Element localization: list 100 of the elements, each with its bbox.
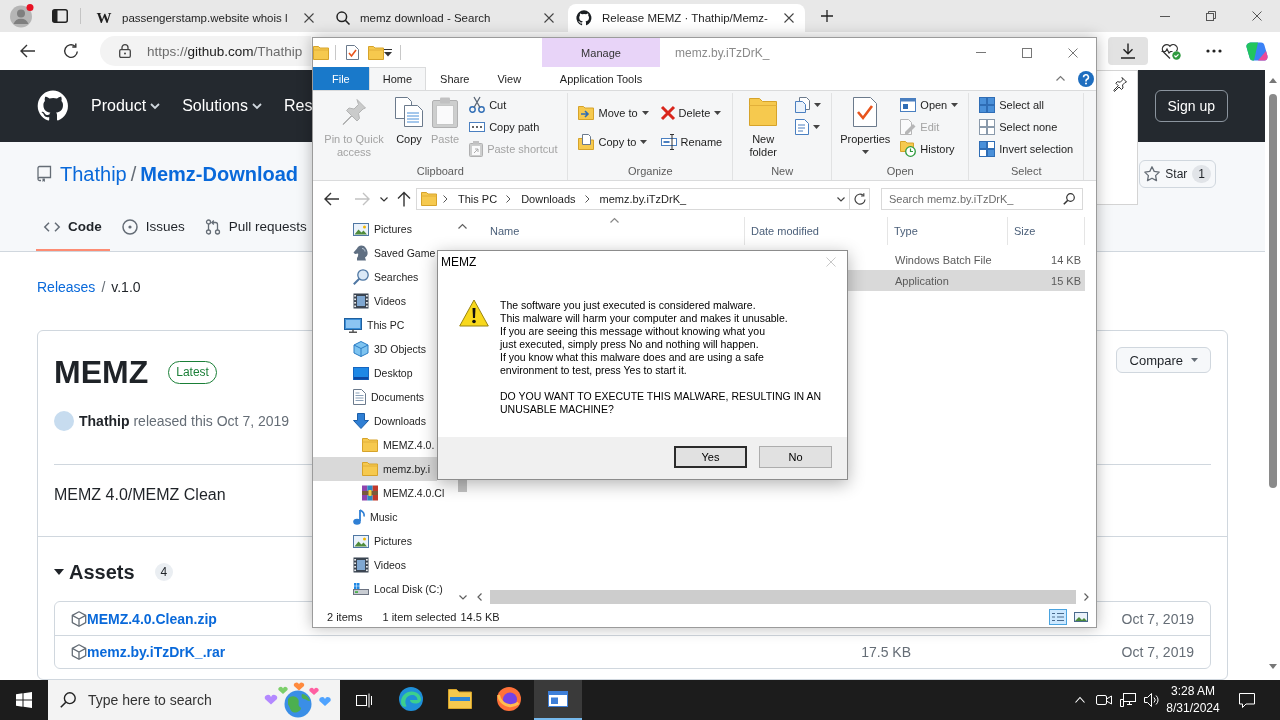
- browser-tab[interactable]: memz download - Search: [328, 4, 565, 32]
- close-icon[interactable]: [544, 13, 554, 23]
- tree-item[interactable]: Saved Game: [313, 241, 437, 265]
- path-segment[interactable]: Downloads: [518, 193, 579, 205]
- ribbon-button[interactable]: Open: [898, 94, 961, 116]
- tree-item[interactable]: Pictures: [313, 217, 437, 241]
- ribbon-button[interactable]: Cut: [467, 94, 560, 116]
- repo-tab[interactable]: Code: [36, 204, 110, 251]
- repo-name-link[interactable]: Memz-Download: [140, 162, 299, 186]
- ribbon-tab[interactable]: Application Tools: [542, 67, 660, 90]
- scrollbar-thumb[interactable]: [490, 589, 1076, 604]
- column-header[interactable]: Name: [470, 217, 745, 245]
- scroll-up-icon[interactable]: [1268, 78, 1277, 83]
- ribbon-button[interactable]: Copy path: [467, 116, 560, 138]
- tree-item[interactable]: This PC: [313, 313, 437, 337]
- properties-icon[interactable]: [346, 45, 359, 60]
- tree-item[interactable]: Downloads: [313, 409, 437, 433]
- ribbon-tab[interactable]: Share: [426, 67, 484, 90]
- tree-item[interactable]: Local Disk (C:): [313, 577, 443, 601]
- compare-button[interactable]: Compare: [1115, 347, 1211, 373]
- ribbon-button[interactable]: Move to: [576, 102, 651, 124]
- tree-item[interactable]: Desktop: [313, 361, 437, 385]
- notification-icon[interactable]: [1239, 692, 1255, 708]
- scroll-up-icon[interactable]: [458, 224, 467, 229]
- address-field[interactable]: https://github.com/Thathip: [100, 36, 311, 66]
- back-icon[interactable]: [324, 192, 340, 206]
- nav-link[interactable]: Product: [91, 97, 161, 115]
- browser-tab[interactable]: Release MEMZ · Thathip/Memz-: [568, 4, 805, 32]
- column-header[interactable]: Date modified: [745, 217, 888, 245]
- ribbon-button[interactable]: Invert selection: [977, 138, 1076, 160]
- path-segment[interactable]: memz.by.iTzDrK_: [596, 193, 690, 205]
- column-header[interactable]: Type: [888, 217, 1008, 245]
- refresh-icon[interactable]: [63, 43, 79, 59]
- asset-link[interactable]: MEMZ.4.0.Clean.zip: [87, 610, 217, 627]
- taskbar-button[interactable]: [534, 680, 582, 720]
- ribbon-tab[interactable]: File: [313, 67, 369, 90]
- column-header[interactable]: Size: [1008, 217, 1085, 245]
- ribbon-button[interactable]: Copy to: [576, 131, 651, 153]
- author-link[interactable]: Thathip: [79, 413, 130, 429]
- up-arrow-icon[interactable]: [397, 191, 411, 207]
- chevron-up-icon[interactable]: [1075, 697, 1085, 703]
- ribbon-button[interactable]: Select all: [977, 94, 1076, 116]
- tree-item[interactable]: MEMZ.4.0.Cl: [313, 481, 445, 505]
- tree-item[interactable]: memz.by.i: [313, 457, 437, 481]
- ribbon-button[interactable]: [793, 94, 824, 116]
- downloads-button[interactable]: [1108, 37, 1148, 65]
- ribbon-button[interactable]: Select none: [977, 116, 1076, 138]
- restore-icon[interactable]: [1206, 11, 1216, 21]
- ribbon-tab[interactable]: Home: [368, 67, 427, 90]
- close-icon[interactable]: [784, 13, 794, 23]
- tree-item[interactable]: 3D Objects: [313, 337, 437, 361]
- maximize-icon[interactable]: [1022, 47, 1032, 58]
- search-field[interactable]: Search memz.by.iTzDrK_: [881, 188, 1083, 210]
- close-icon[interactable]: [304, 13, 314, 23]
- scroll-down-icon[interactable]: [458, 595, 467, 600]
- clock-time[interactable]: 3:28 AM: [1171, 683, 1215, 700]
- ribbon-button[interactable]: Properties: [840, 93, 891, 154]
- swirl-logo-icon[interactable]: [1246, 41, 1268, 61]
- repo-tab[interactable]: Pull requests: [196, 204, 315, 251]
- task-view-icon[interactable]: [356, 692, 372, 708]
- tab-actions-icon[interactable]: [52, 9, 68, 23]
- customize-caret-icon[interactable]: [384, 48, 392, 57]
- cat-logo-icon[interactable]: [37, 90, 69, 122]
- pin-icon[interactable]: [1113, 77, 1127, 91]
- asset-link[interactable]: memz.by.iTzDrK_.rar: [87, 644, 226, 660]
- volume-icon[interactable]: [1144, 693, 1160, 707]
- back-icon[interactable]: [20, 44, 36, 58]
- sign-up-button[interactable]: Sign up: [1154, 90, 1228, 122]
- close-icon[interactable]: [1068, 47, 1078, 58]
- nav-link[interactable]: Solutions: [182, 97, 262, 115]
- network-icon[interactable]: [1120, 693, 1136, 707]
- tree-item[interactable]: Searches: [313, 265, 437, 289]
- releases-link[interactable]: Releases: [37, 277, 96, 297]
- tree-item[interactable]: Pictures: [313, 529, 437, 553]
- owner-link[interactable]: Thathip: [60, 162, 127, 186]
- ribbon-button[interactable]: New folder: [741, 93, 786, 159]
- dialog-button[interactable]: No: [759, 446, 832, 468]
- help-icon[interactable]: [1078, 70, 1094, 87]
- scrollbar-thumb[interactable]: [458, 480, 467, 492]
- scroll-left-icon[interactable]: [477, 592, 482, 601]
- browser-tab[interactable]: W passengerstamp.website whois l: [88, 4, 325, 32]
- search-box[interactable]: Type here to search: [48, 680, 340, 720]
- tree-item[interactable]: Videos: [313, 553, 437, 577]
- ribbon-button[interactable]: Delete: [658, 102, 725, 124]
- ribbon-button[interactable]: Rename: [658, 131, 725, 153]
- file-row[interactable]: Windows Batch File 14 KB: [848, 249, 1085, 270]
- dialog-button[interactable]: Yes: [674, 446, 747, 468]
- heart-pulse-icon[interactable]: [1161, 42, 1181, 60]
- camera-icon[interactable]: [1096, 694, 1112, 706]
- details-view-icon[interactable]: [1049, 608, 1067, 625]
- star-button[interactable]: Star 1: [1139, 160, 1216, 188]
- chevron-down-icon[interactable]: [380, 196, 388, 202]
- collapse-ribbon-icon[interactable]: [1056, 76, 1065, 81]
- caret-icon[interactable]: [54, 569, 64, 575]
- more-icon[interactable]: [1206, 49, 1222, 53]
- ribbon-button[interactable]: Copy: [395, 93, 423, 146]
- scrollbar-thumb[interactable]: [1268, 94, 1277, 488]
- clock-date[interactable]: 8/31/2024: [1166, 700, 1220, 717]
- tree-item[interactable]: MEMZ.4.0.: [313, 433, 437, 457]
- new-tab-icon[interactable]: [821, 10, 833, 22]
